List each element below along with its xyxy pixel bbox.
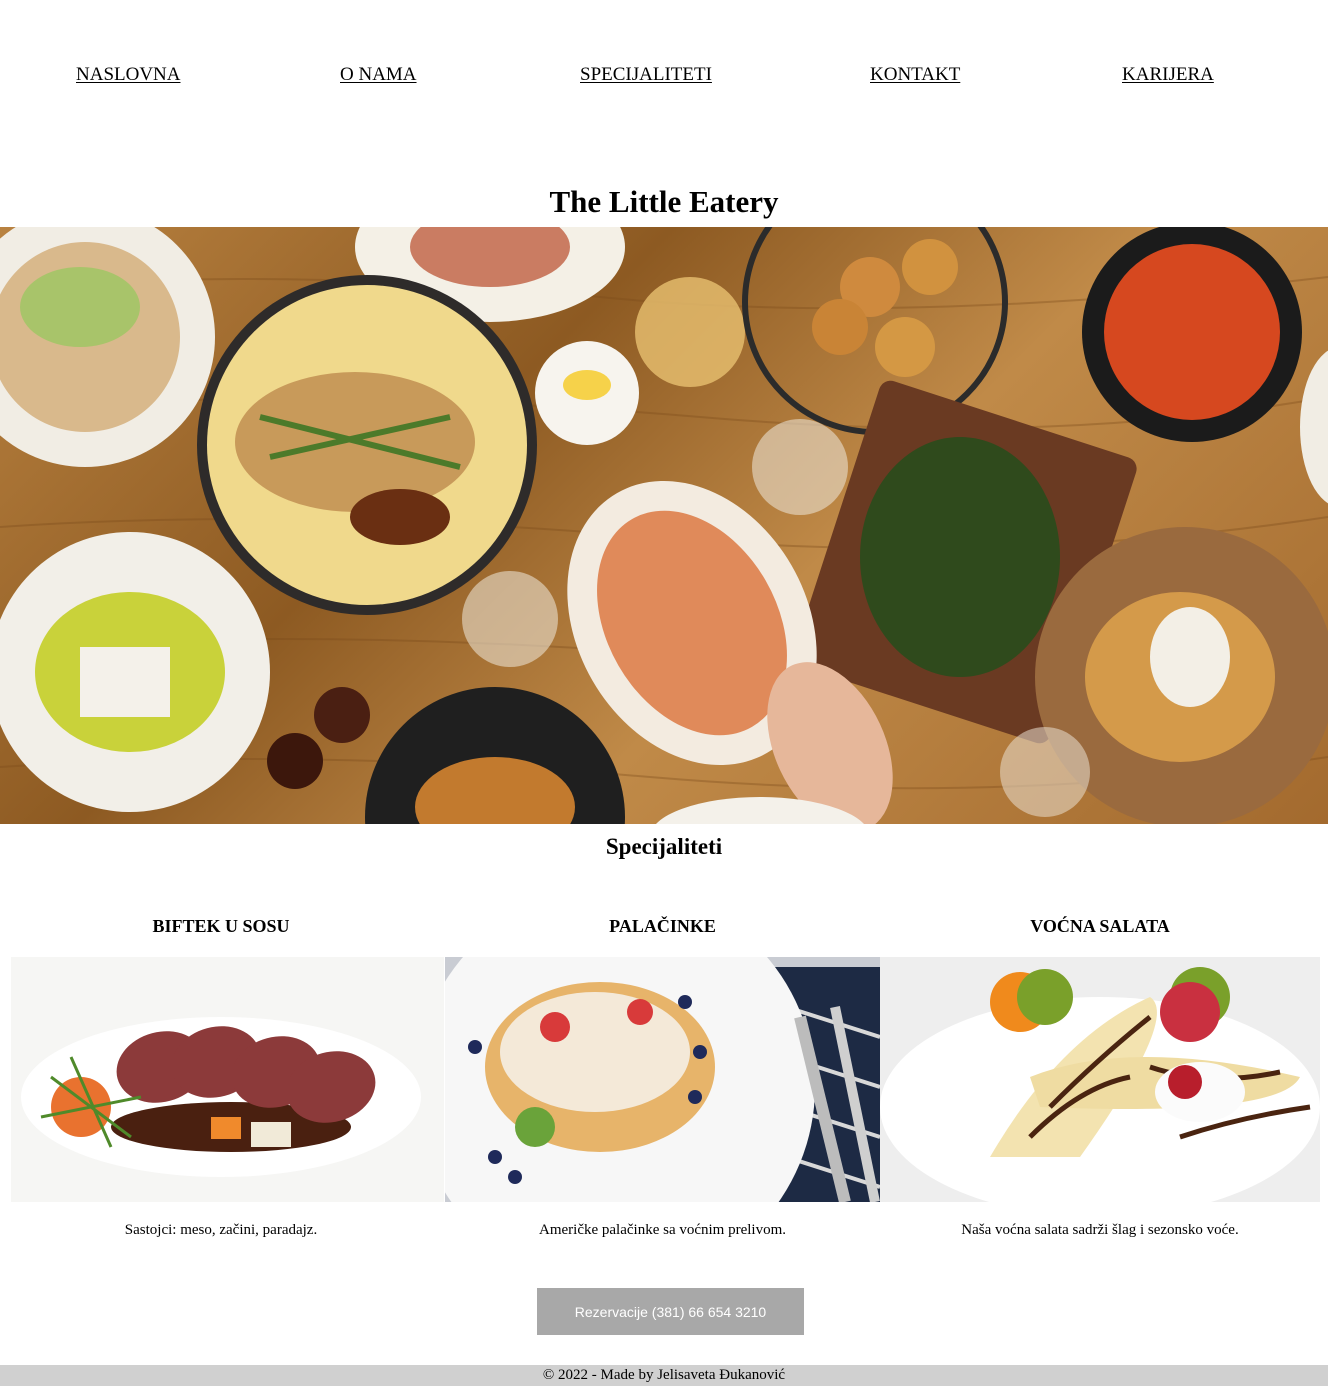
nav-link-naslovna[interactable]: NASLOVNA [76,64,181,86]
special-description: Američke palačinke sa voćnim prelivom. [539,1222,786,1238]
special-photo-pancakes [445,957,880,1202]
special-card: VOĆNA SALATA Naša voćna salata sadrži šl… [880,912,1320,1238]
special-description: Sastojci: meso, začini, paradajz. [124,1222,318,1238]
footer: © 2022 - Made by Jelisaveta Đukanović [0,1365,1328,1386]
hero-image [0,227,1328,824]
special-description: Naša voćna salata sadrži šlag i sezonsko… [961,1222,1239,1238]
special-card: BIFTEK U SOSU Sastojci: meso, začini, pa… [0,912,444,1238]
hero-food-table-illustration [0,227,1328,824]
reservation-button[interactable]: Rezervacije (381) 66 654 3210 [537,1288,804,1335]
specials-heading: Specijaliteti [605,834,723,859]
nav-link-karijera[interactable]: KARIJERA [1122,64,1214,86]
special-photo-fruit-salad [880,957,1320,1202]
special-card: PALAČINKE Američke palačinke sa voćnim p… [445,912,880,1238]
special-title: VOĆNA SALATA [1030,916,1170,936]
nav-link-o-nama[interactable]: O NAMA [340,64,417,86]
main-nav: NASLOVNA O NAMA SPECIJALITETI KONTAKT KA… [0,64,1328,92]
special-title: PALAČINKE [609,916,716,936]
site-title: The Little Eatery [549,184,779,219]
nav-link-kontakt[interactable]: KONTAKT [870,64,960,86]
special-title: BIFTEK U SOSU [152,916,290,936]
special-photo-steak [11,957,444,1202]
nav-link-specijaliteti[interactable]: SPECIJALITETI [580,64,712,86]
